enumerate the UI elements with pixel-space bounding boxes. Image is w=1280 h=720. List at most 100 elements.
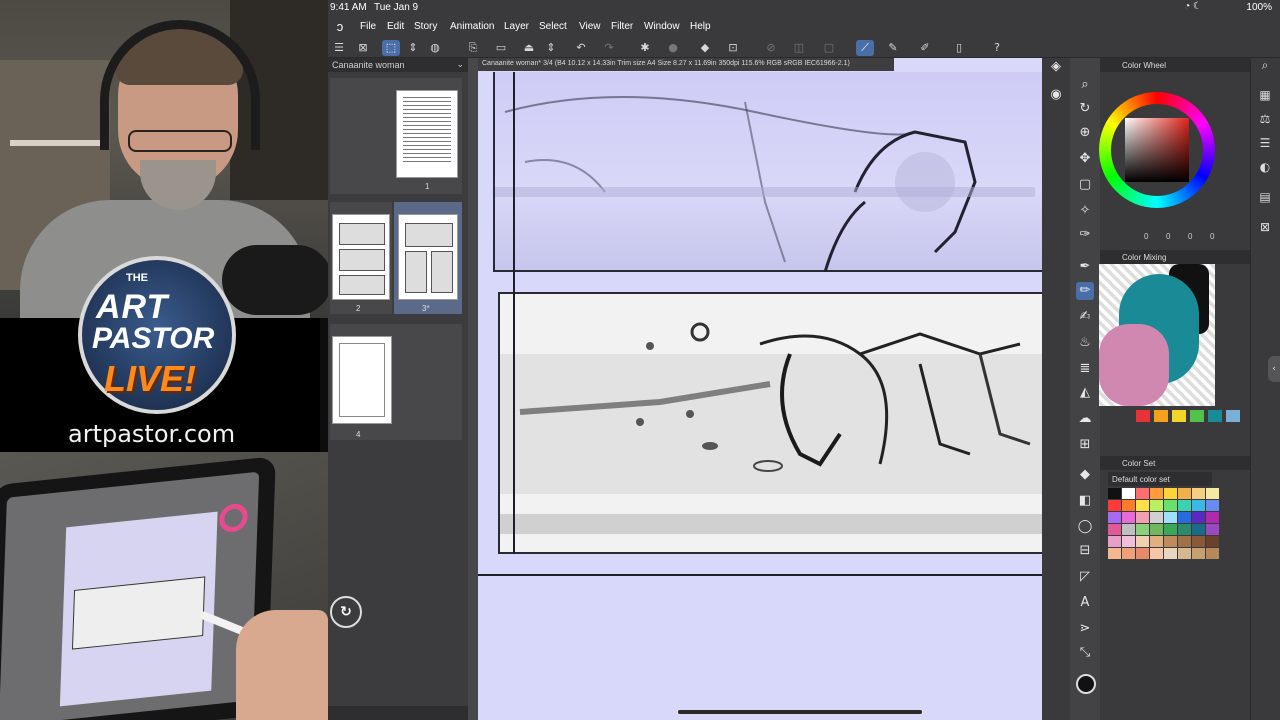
menu-select[interactable]: Select bbox=[539, 21, 567, 32]
canvas-tab[interactable]: Canaanite woman* 3/4 (B4 10.12 x 14.33in… bbox=[478, 58, 894, 71]
color-set-swatch[interactable] bbox=[1108, 536, 1121, 547]
history-stepper-icon[interactable]: ⇕ bbox=[542, 40, 560, 56]
clear-selection-icon[interactable]: ▢ bbox=[820, 40, 838, 56]
drawing-canvas[interactable] bbox=[478, 58, 1042, 720]
mixing-swatch[interactable] bbox=[1190, 410, 1204, 422]
tool-property-icon[interactable]: ⚖ bbox=[1256, 110, 1274, 128]
pen-tool-icon[interactable]: ✒ bbox=[1076, 258, 1094, 276]
close-panel-icon[interactable]: ⊠ bbox=[1256, 218, 1274, 236]
pencil-tool-icon[interactable]: ✏ bbox=[1076, 282, 1094, 300]
layer-property-icon[interactable]: ▦ bbox=[1256, 86, 1274, 104]
undo-icon[interactable]: ↶ bbox=[572, 40, 590, 56]
color-set-swatch[interactable] bbox=[1108, 548, 1121, 559]
blend-icon[interactable]: ☁ bbox=[1076, 410, 1094, 428]
decoration-icon[interactable]: ≣ bbox=[1076, 360, 1094, 378]
panel-collapse-handle[interactable]: ‹ bbox=[1268, 356, 1280, 382]
color-set-swatch[interactable] bbox=[1108, 512, 1121, 523]
sliders-icon[interactable]: ☰ bbox=[1256, 134, 1274, 152]
chevron-down-icon[interactable]: ⌄ bbox=[1026, 58, 1035, 71]
menu-story[interactable]: Story bbox=[414, 21, 437, 32]
layer-mask-icon[interactable]: ◫ bbox=[790, 40, 808, 56]
color-set-swatch[interactable] bbox=[1192, 512, 1205, 523]
page-thumb-2[interactable]: 2 bbox=[330, 202, 392, 314]
open-file-icon[interactable]: ▭ bbox=[492, 40, 510, 56]
redo-icon[interactable]: ↷ bbox=[600, 40, 618, 56]
eyedropper-icon[interactable]: ✑ bbox=[1076, 226, 1094, 244]
zoom-icon[interactable]: ⌕ bbox=[1076, 76, 1094, 94]
saturation-value-square[interactable] bbox=[1125, 118, 1189, 182]
ruler-tool-icon[interactable]: ◸ bbox=[1076, 568, 1094, 586]
color-set-swatch[interactable] bbox=[1136, 488, 1149, 499]
color-set-swatch[interactable] bbox=[1178, 488, 1191, 499]
color-set-swatch[interactable] bbox=[1206, 524, 1219, 535]
mixing-swatch[interactable] bbox=[1136, 410, 1150, 422]
fill-tool-icon[interactable]: ◆ bbox=[1076, 466, 1094, 484]
eraser-icon[interactable]: ◭ bbox=[1076, 384, 1094, 402]
clear-layer-icon[interactable]: ⊠ bbox=[354, 40, 372, 56]
device-icon[interactable]: ▯ bbox=[950, 40, 968, 56]
page-thumb-4[interactable]: 4 bbox=[330, 324, 462, 440]
figure-icon[interactable]: ◯ bbox=[1076, 518, 1094, 536]
color-set-swatch[interactable] bbox=[1178, 524, 1191, 535]
chevron-down-icon[interactable]: ⌄ bbox=[456, 59, 464, 70]
color-set-swatch[interactable] bbox=[1150, 536, 1163, 547]
color-set-swatch[interactable] bbox=[1150, 488, 1163, 499]
color-set-swatch[interactable] bbox=[1206, 488, 1219, 499]
updown-icon[interactable]: ⇕ bbox=[404, 40, 422, 56]
color-set-swatch[interactable] bbox=[1122, 536, 1135, 547]
navigator-icon[interactable]: ◉ bbox=[1047, 86, 1065, 104]
grid-icon[interactable]: ⊞ bbox=[1076, 436, 1094, 454]
deselect-icon[interactable]: ● bbox=[664, 40, 682, 56]
color-mixing-canvas[interactable] bbox=[1099, 264, 1215, 406]
color-set-swatch[interactable] bbox=[1164, 524, 1177, 535]
color-set-swatch[interactable] bbox=[1122, 500, 1135, 511]
crop-icon[interactable]: ⊡ bbox=[724, 40, 742, 56]
color-set-swatch[interactable] bbox=[1150, 524, 1163, 535]
text-icon[interactable]: A bbox=[1076, 594, 1094, 612]
color-set-swatch[interactable] bbox=[1122, 548, 1135, 559]
mixing-swatch[interactable] bbox=[1172, 410, 1186, 422]
color-set-swatch[interactable] bbox=[1122, 488, 1135, 499]
layer-icon[interactable]: ▤ bbox=[1256, 188, 1274, 206]
color-set-swatch[interactable] bbox=[1164, 512, 1177, 523]
color-set-swatch[interactable] bbox=[1206, 500, 1219, 511]
pen-icon[interactable]: ✎ bbox=[884, 40, 902, 56]
color-set-swatch[interactable] bbox=[1192, 500, 1205, 511]
color-set-swatch[interactable] bbox=[1206, 512, 1219, 523]
layers-icon[interactable]: ◈ bbox=[1047, 58, 1065, 76]
ruler-icon[interactable]: ⟋ bbox=[856, 40, 874, 56]
page-thumb-1[interactable]: 1 bbox=[330, 78, 462, 194]
menu-help[interactable]: Help bbox=[690, 21, 711, 32]
color-set-swatch[interactable] bbox=[1178, 512, 1191, 523]
color-set-swatch[interactable] bbox=[1178, 536, 1191, 547]
color-set-swatch[interactable] bbox=[1136, 548, 1149, 559]
selection-launcher-icon[interactable]: ⊘ bbox=[762, 40, 780, 56]
color-set-swatch[interactable] bbox=[1136, 512, 1149, 523]
main-color-swatch[interactable] bbox=[1076, 674, 1096, 694]
color-set-swatch[interactable] bbox=[1122, 524, 1135, 535]
menu-animation[interactable]: Animation bbox=[450, 21, 494, 32]
color-set-swatch[interactable] bbox=[1136, 500, 1149, 511]
mixing-swatch[interactable] bbox=[1208, 410, 1222, 422]
color-set-swatch[interactable] bbox=[1164, 500, 1177, 511]
color-set-swatch[interactable] bbox=[1150, 512, 1163, 523]
search-icon[interactable]: ⌕ bbox=[1256, 56, 1274, 74]
frame-icon[interactable]: ⊟ bbox=[1076, 542, 1094, 560]
fill-icon[interactable]: ◆ bbox=[696, 40, 714, 56]
menu-window[interactable]: Window bbox=[644, 21, 680, 32]
move-icon[interactable]: ✥ bbox=[1076, 150, 1094, 168]
color-set-swatch[interactable] bbox=[1108, 488, 1121, 499]
color-set-swatch[interactable] bbox=[1206, 548, 1219, 559]
page-thumb-3-selected[interactable]: 3* bbox=[394, 202, 462, 314]
color-set-swatch[interactable] bbox=[1178, 548, 1191, 559]
menu-view[interactable]: View bbox=[579, 21, 601, 32]
brush-icon[interactable]: ✍ bbox=[1076, 308, 1094, 326]
rotate-canvas-button[interactable]: ↻ bbox=[330, 596, 362, 628]
menu-layer[interactable]: Layer bbox=[504, 21, 529, 32]
menu-filter[interactable]: Filter bbox=[611, 21, 633, 32]
color-set-swatch[interactable] bbox=[1136, 536, 1149, 547]
color-set-swatch[interactable] bbox=[1108, 524, 1121, 535]
magic-wand-icon[interactable]: ✧ bbox=[1076, 202, 1094, 220]
new-file-icon[interactable]: ⎘ bbox=[464, 40, 482, 56]
selection-icon[interactable]: ▢ bbox=[1076, 176, 1094, 194]
